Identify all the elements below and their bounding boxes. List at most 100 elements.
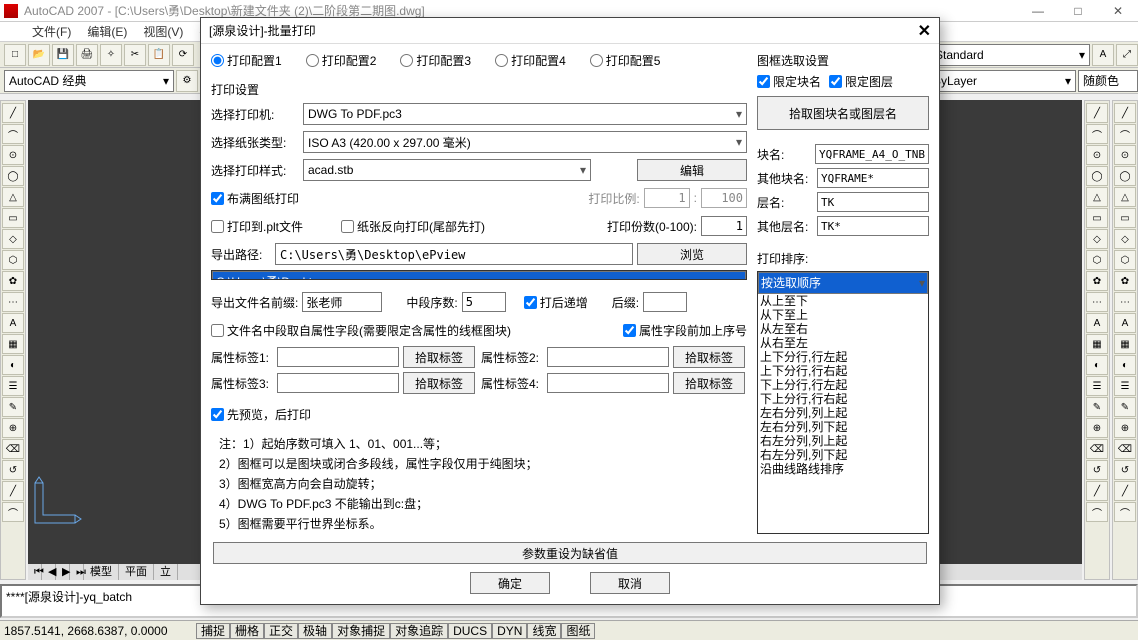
path-listbox[interactable]: C:\Users\勇\DesktopC:\Users\勇\Desktop\pld… [211,270,747,280]
tool-icon[interactable]: ☰ [1114,376,1136,396]
tool-icon[interactable]: ⊙ [1114,145,1136,165]
list-item[interactable]: 右左分列,列下起 [758,448,928,462]
ratio-input-2[interactable]: 100 [701,188,747,208]
prefix-input[interactable]: 张老师 [302,292,382,312]
block-input[interactable]: YQFRAME_A4_O_TNB [815,144,929,164]
min-button[interactable]: — [1018,0,1058,22]
list-item[interactable]: C:\Users\勇\Desktop [212,271,746,280]
config-radio[interactable]: 打印配置3 [400,52,471,69]
tool-icon[interactable]: A [1114,313,1136,333]
tool-icon[interactable]: ◇ [1114,229,1136,249]
tool-icon[interactable]: ◐ [2,355,24,375]
pick-button[interactable]: 拾取图块名或图层名 [757,96,929,130]
tool-icon[interactable]: ⌫ [1086,439,1108,459]
tool-icon[interactable]: ⬡ [2,250,24,270]
picktag-button[interactable]: 拾取标签 [403,372,475,394]
plt-checkbox[interactable]: 打印到.plt文件 [211,218,303,235]
close-icon[interactable]: ✕ [918,21,931,41]
tab-model[interactable]: 模型 [84,564,119,580]
printer-select[interactable]: DWG To PDF.pc3 [303,103,747,125]
preview-checkbox[interactable]: 先预览，后打印 [211,406,311,423]
status-toggle[interactable]: 线宽 [527,623,561,639]
tool-icon[interactable]: ◐ [1114,355,1136,375]
tool-icon[interactable]: △ [2,187,24,207]
tool-icon[interactable]: ⊕ [2,418,24,438]
outpath-input[interactable]: C:\Users\勇\Desktop\ePview [275,243,633,265]
tool-icon[interactable]: 📋 [148,44,170,66]
tool-icon[interactable]: ⌒ [1086,124,1108,144]
tool-icon[interactable]: ⌒ [1114,502,1136,522]
tool-icon[interactable]: ⌒ [2,124,24,144]
tool-icon[interactable]: ▭ [1114,208,1136,228]
tool-icon[interactable]: ◇ [1086,229,1108,249]
tool-icon[interactable]: ⋯ [1086,292,1108,312]
tag-input-3[interactable] [277,373,399,393]
new-icon[interactable]: □ [4,44,26,66]
midseq-input[interactable]: 5 [462,292,506,312]
list-item[interactable]: 左右分列,列上起 [758,406,928,420]
tool-icon[interactable]: ⬡ [1086,250,1108,270]
list-item[interactable]: 下上分行,行左起 [758,378,928,392]
max-button[interactable]: □ [1058,0,1098,22]
tool-icon[interactable]: ✂ [124,44,146,66]
tool-icon[interactable]: ◐ [1086,355,1108,375]
tag-input-4[interactable] [547,373,669,393]
reverse-checkbox[interactable]: 纸张反向打印(尾部先打) [341,218,485,235]
gear-icon[interactable]: ⚙ [176,70,198,92]
status-toggle[interactable]: DYN [492,623,527,639]
tool-icon[interactable]: ⌒ [2,502,24,522]
open-icon[interactable]: 📂 [28,44,50,66]
style-combo[interactable]: Standard▾ [930,44,1090,66]
tool-icon[interactable]: ✎ [2,397,24,417]
tool-icon[interactable]: ⋯ [2,292,24,312]
list-item[interactable]: 上下分行,行左起 [758,350,928,364]
tool-icon[interactable]: ↺ [2,460,24,480]
status-toggle[interactable]: 极轴 [298,623,332,639]
picktag-button[interactable]: 拾取标签 [403,346,475,368]
blockname-checkbox[interactable]: 限定块名 [757,73,821,90]
tool-icon[interactable]: ✧ [100,44,122,66]
browse-button[interactable]: 浏览 [637,243,747,265]
config-radio[interactable]: 打印配置5 [590,52,661,69]
tool-icon[interactable]: A [2,313,24,333]
tool-icon[interactable]: ↺ [1086,460,1108,480]
reset-button[interactable]: 参数重设为缺省值 [213,542,927,564]
tool-icon[interactable]: ╱ [2,103,24,123]
print-icon[interactable]: 🖨 [76,44,98,66]
picktag-button[interactable]: 拾取标签 [673,372,745,394]
tool-icon[interactable]: ⊙ [1086,145,1108,165]
menu-item[interactable]: 编辑(E) [79,22,135,41]
cancel-button[interactable]: 取消 [590,572,670,594]
tool-icon[interactable]: ⊙ [2,145,24,165]
tool-icon[interactable]: ✿ [1086,271,1108,291]
fill-checkbox[interactable]: 布满图纸打印 [211,190,299,207]
status-toggle[interactable]: 捕捉 [196,623,230,639]
layer-combo[interactable]: — ByLayer▾ [916,70,1076,92]
tool-icon[interactable]: △ [1086,187,1108,207]
tool-icon[interactable]: ⌫ [2,439,24,459]
tool-icon[interactable]: ╱ [1086,103,1108,123]
suffix-input[interactable] [643,292,687,312]
tool-icon[interactable]: ⟳ [172,44,194,66]
list-item[interactable]: 从右至左 [758,336,928,350]
tab-layout1[interactable]: 平面 [119,564,154,580]
tool-icon[interactable]: ╱ [1086,481,1108,501]
list-item[interactable]: 上下分行,行右起 [758,364,928,378]
plotstyle-select[interactable]: acad.stb [303,159,591,181]
config-radio[interactable]: 打印配置4 [495,52,566,69]
edit-button[interactable]: 编辑 [637,159,747,181]
tool-icon[interactable]: ✿ [1114,271,1136,291]
color-combo[interactable]: 随颜色 [1078,70,1138,92]
status-toggle[interactable]: 对象追踪 [390,623,448,639]
close-button[interactable]: ✕ [1098,0,1138,22]
status-toggle[interactable]: 正交 [264,623,298,639]
tool-icon[interactable]: ⌒ [1086,502,1108,522]
config-radio[interactable]: 打印配置2 [306,52,377,69]
tool-icon[interactable]: ◯ [2,166,24,186]
tool-icon[interactable]: ▦ [1114,334,1136,354]
ok-button[interactable]: 确定 [470,572,550,594]
tab-next-icon[interactable]: ▶ [56,564,70,580]
list-item[interactable]: 从左至右 [758,322,928,336]
tool-icon[interactable]: ↺ [1114,460,1136,480]
tag-input-1[interactable] [277,347,399,367]
